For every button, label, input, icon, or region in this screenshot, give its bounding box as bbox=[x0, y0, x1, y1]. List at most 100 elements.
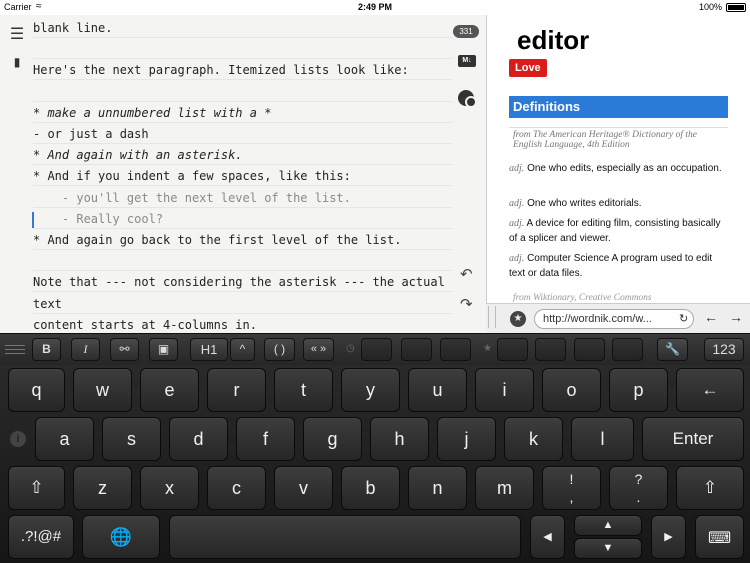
key-f[interactable]: f bbox=[236, 417, 295, 461]
key-d[interactable]: d bbox=[169, 417, 228, 461]
key-q[interactable]: q bbox=[8, 368, 65, 412]
key-z[interactable]: z bbox=[73, 466, 132, 510]
definition-item: adj. One who edits, especially as an occ… bbox=[509, 163, 722, 174]
editor-line[interactable]: * make a unnumbered list with a * bbox=[33, 103, 453, 123]
key-p[interactable]: p bbox=[609, 368, 668, 412]
editor-line[interactable]: * And if you indent a few spaces, like t… bbox=[33, 166, 453, 187]
link-button[interactable]: ⚯ bbox=[110, 338, 139, 361]
star-icon: ★ bbox=[483, 343, 492, 354]
markdown-icon[interactable]: M↓ bbox=[458, 55, 476, 67]
italic-button[interactable]: I bbox=[71, 338, 100, 361]
custom-key-slot[interactable] bbox=[440, 338, 471, 361]
arrow-right-key[interactable]: ▶ bbox=[651, 515, 686, 559]
arrow-up-key[interactable]: ▲ bbox=[574, 515, 642, 536]
editor-line[interactable] bbox=[33, 39, 453, 60]
redo-icon[interactable]: ↷ bbox=[460, 295, 473, 313]
definition-source[interactable]: from Wiktionary, Creative Commons bbox=[509, 293, 728, 303]
key-t[interactable]: t bbox=[274, 368, 333, 412]
editor-line[interactable]: - or just a dash bbox=[33, 124, 453, 144]
heading-menu-button[interactable]: ^ bbox=[230, 338, 255, 361]
hide-keyboard-key[interactable]: ⌨ bbox=[695, 515, 744, 559]
key-s[interactable]: s bbox=[102, 417, 161, 461]
back-arrow-icon[interactable]: ← bbox=[704, 309, 718, 325]
custom-key-slot[interactable] bbox=[497, 338, 528, 361]
key-r[interactable]: r bbox=[207, 368, 266, 412]
grip-icon[interactable] bbox=[5, 345, 25, 354]
editor-line[interactable]: text bbox=[33, 294, 453, 314]
editor-line[interactable]: - Really cool? bbox=[33, 209, 453, 229]
key-y[interactable]: y bbox=[341, 368, 400, 412]
editor-line[interactable] bbox=[33, 82, 453, 102]
wrench-icon: 🔧 bbox=[665, 342, 680, 356]
word-count-badge[interactable]: 331 bbox=[453, 25, 479, 38]
document-icon[interactable]: ▮ bbox=[10, 55, 24, 69]
key-x[interactable]: x bbox=[140, 466, 199, 510]
key-m[interactable]: m bbox=[475, 466, 534, 510]
heading-button[interactable]: H1 bbox=[190, 338, 228, 361]
arrow-down-key[interactable]: ▼ bbox=[574, 538, 642, 559]
editor-line[interactable]: * And again go back to the first level o… bbox=[33, 230, 453, 250]
key-e[interactable]: e bbox=[140, 368, 199, 412]
key-b[interactable]: b bbox=[341, 466, 400, 510]
text-editor[interactable]: ☰ ▮ blank line. Here's the next paragraph… bbox=[0, 15, 486, 333]
key-l[interactable]: l bbox=[571, 417, 634, 461]
editor-line[interactable]: * And again with an asterisk. bbox=[33, 145, 453, 166]
key-a[interactable]: a bbox=[35, 417, 94, 461]
dictionary-panel[interactable]: editor Love Definitions from The America… bbox=[486, 15, 750, 303]
bold-button[interactable]: B bbox=[32, 338, 61, 361]
image-button[interactable]: ▣ bbox=[149, 338, 178, 361]
editor-line[interactable]: content starts at 4-columns in. bbox=[33, 315, 453, 333]
editor-line[interactable] bbox=[33, 251, 453, 272]
editor-line[interactable]: Note that --- not considering the asteri… bbox=[33, 272, 453, 293]
editor-line[interactable]: blank line. bbox=[33, 18, 453, 38]
custom-key-slot[interactable] bbox=[535, 338, 566, 361]
browser-bar: ★ http://wordnik.com/w... ↻ ← → bbox=[486, 303, 750, 333]
arrow-left-key[interactable]: ◀ bbox=[530, 515, 565, 559]
info-icon[interactable]: i bbox=[10, 431, 26, 447]
key-w[interactable]: w bbox=[73, 368, 132, 412]
key-question-period[interactable]: ? . bbox=[609, 466, 668, 510]
custom-key-slot[interactable] bbox=[612, 338, 643, 361]
key-g[interactable]: g bbox=[303, 417, 362, 461]
keyboard: q w e r t y u i o p ← i a s d f g h j k … bbox=[0, 365, 750, 563]
key-c[interactable]: c bbox=[207, 466, 266, 510]
symbols-key[interactable]: .?!@# bbox=[8, 515, 74, 559]
key-upper-glyph: ! bbox=[569, 471, 574, 487]
quotes-button[interactable]: « » bbox=[303, 338, 334, 361]
menu-icon[interactable]: ☰ bbox=[8, 24, 26, 44]
key-v[interactable]: v bbox=[274, 466, 333, 510]
enter-key[interactable]: Enter bbox=[642, 417, 744, 461]
key-i[interactable]: i bbox=[475, 368, 534, 412]
key-h[interactable]: h bbox=[370, 417, 429, 461]
love-button[interactable]: Love bbox=[509, 59, 547, 77]
definition-source[interactable]: from The American Heritage® Dictionary o… bbox=[509, 127, 728, 150]
url-field[interactable]: http://wordnik.com/w... bbox=[534, 309, 694, 329]
custom-key-slot[interactable] bbox=[361, 338, 392, 361]
shift-key-left[interactable]: ⇧ bbox=[8, 466, 65, 510]
key-k[interactable]: k bbox=[504, 417, 563, 461]
undo-icon[interactable]: ↶ bbox=[460, 265, 473, 283]
web-preview-icon[interactable] bbox=[458, 90, 477, 108]
editor-line[interactable]: - you'll get the next level of the list. bbox=[33, 188, 453, 208]
parentheses-button[interactable]: ( ) bbox=[264, 338, 295, 361]
key-u[interactable]: u bbox=[408, 368, 467, 412]
key-o[interactable]: o bbox=[542, 368, 601, 412]
shift-key-right[interactable]: ⇧ bbox=[676, 466, 744, 510]
custom-key-slot[interactable] bbox=[574, 338, 605, 361]
globe-key[interactable]: 🌐 bbox=[82, 515, 160, 559]
settings-button[interactable]: 🔧 bbox=[657, 338, 688, 361]
key-j[interactable]: j bbox=[437, 417, 496, 461]
key-exclaim-comma[interactable]: ! , bbox=[542, 466, 601, 510]
editor-line[interactable]: Here's the next paragraph. Itemized list… bbox=[33, 60, 453, 81]
key-n[interactable]: n bbox=[408, 466, 467, 510]
custom-key-slot[interactable] bbox=[401, 338, 432, 361]
numbers-button[interactable]: 123 bbox=[704, 338, 744, 361]
pane-divider-grip[interactable] bbox=[488, 306, 496, 328]
clock-icon: ◷ bbox=[346, 343, 355, 354]
bookmark-star-icon[interactable]: ★ bbox=[510, 311, 526, 327]
space-key[interactable] bbox=[169, 515, 521, 559]
reload-icon[interactable]: ↻ bbox=[679, 312, 688, 325]
forward-arrow-icon[interactable]: → bbox=[729, 309, 743, 325]
backspace-key[interactable]: ← bbox=[676, 368, 744, 412]
definition-item: adj. Computer Science A program used to … bbox=[509, 253, 713, 279]
